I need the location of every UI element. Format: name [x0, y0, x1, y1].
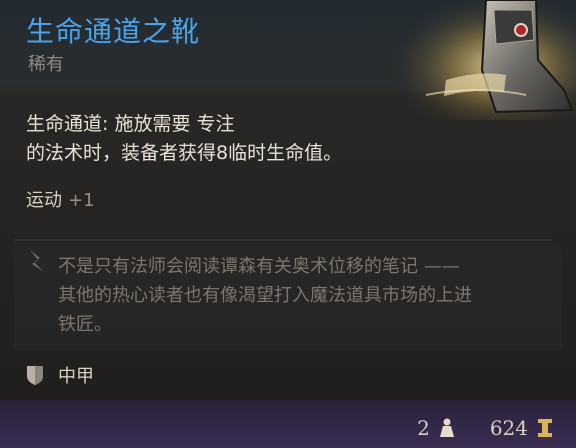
skill-bonus: 运动 +1 — [26, 186, 95, 212]
skill-name: 运动 — [26, 190, 62, 211]
gold-icon — [538, 419, 552, 437]
boot-item-image — [386, 0, 576, 120]
lore-line-2: 其他的热心读者也有像渴望打入魔法道具市场的上进 — [58, 285, 472, 306]
description-line-1: 生命通道: 施放需要 专注 — [26, 113, 235, 135]
item-title: 生命通道之靴 — [26, 15, 201, 48]
lore-line-3: 铁匠。 — [58, 314, 112, 335]
shield-icon — [27, 366, 43, 385]
armor-type-row: 中甲 — [26, 362, 94, 388]
lore-line-1: 不是只有法师会阅读谭森有关奥术位移的笔记 —— — [58, 256, 460, 277]
item-rarity: 稀有 — [28, 54, 64, 75]
item-weight: 2 — [417, 416, 430, 440]
skill-bonus-value: +1 — [68, 190, 95, 211]
armor-type-label: 中甲 — [58, 366, 94, 387]
item-stats: 2 624 — [417, 416, 554, 440]
item-description: 生命通道: 施放需要 专注 的法术时，装备者获得8临时生命值。 — [26, 110, 426, 168]
description-line-2: 的法术时，装备者获得8临时生命值。 — [26, 142, 343, 164]
item-tooltip: 生命通道之靴 稀有 生命通道: 施放需要 专注 的法术时，装备者获得8临时生命值… — [0, 0, 576, 448]
weight-icon — [439, 418, 454, 437]
item-value: 624 — [489, 416, 528, 440]
lore-text: 不是只有法师会阅读谭森有关奥术位移的笔记 —— 其他的热心读者也有像渴望打入魔法… — [58, 252, 538, 339]
quill-icon — [30, 250, 44, 272]
